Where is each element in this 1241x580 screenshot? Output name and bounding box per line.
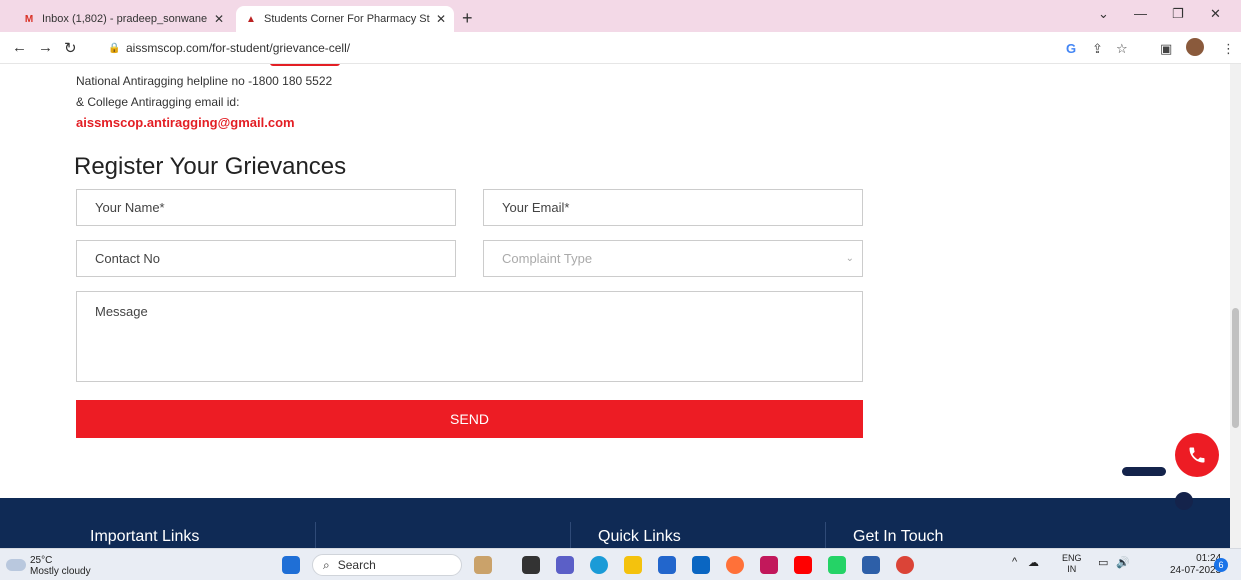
webex-icon[interactable] [862,556,880,574]
forward-icon[interactable]: → [38,39,53,56]
onedrive-icon[interactable]: ☁ [1028,556,1039,569]
notification-badge[interactable]: 6 [1214,558,1228,572]
footer-divider [825,522,826,548]
close-tab-icon[interactable]: ✕ [214,12,224,26]
address-bar: ← → ↻ 🔒 aissmscop.com/for-student/grieva… [0,32,1241,64]
page-scrollbar[interactable] [1230,64,1241,548]
scrollbar-thumb[interactable] [1232,308,1239,428]
footer-quick-links-heading: Quick Links [598,528,681,545]
weather-cloud-icon [6,559,26,571]
language-indicator[interactable]: ENG IN [1062,553,1082,575]
menu-icon[interactable]: ⋮ [1222,41,1235,57]
volume-icon[interactable]: 🔊 [1116,556,1130,569]
footer-divider [315,522,316,548]
footer: Important Links Quick Links Get In Touch [0,492,1230,548]
restore-icon[interactable]: ❐ [1172,6,1184,22]
edge-icon[interactable] [590,556,608,574]
chevron-down-icon: ⌄ [845,253,854,264]
windows-taskbar: 25°C Mostly cloudy ⌕ Search ^ ☁ ENG IN ▭… [0,548,1241,580]
back-icon[interactable]: ← [12,39,27,56]
page-content: National Antiragging helpline no -1800 1… [0,64,1230,548]
chrome-icon[interactable] [896,556,914,574]
close-tab-icon[interactable]: ✕ [436,12,446,26]
contact-input[interactable]: Contact No [76,240,456,277]
search-icon: ⌕ [323,557,330,572]
temperature: 25°C [30,555,53,566]
windows-start-icon[interactable] [282,556,300,574]
name-input[interactable]: Your Name* [76,189,456,226]
side-panel-icon[interactable]: ▣ [1160,41,1172,57]
minimize-icon[interactable]: — [1134,6,1147,21]
antiragging-email-link[interactable]: aissmscop.antiragging@gmail.com [76,115,295,130]
language-code: ENG [1062,553,1082,563]
browser-tab-bar: M Inbox (1,802) - pradeep_sonwane ✕ ▲ St… [0,0,1241,32]
footer-important-links-heading: Important Links [90,528,200,545]
phone-icon [1189,447,1205,463]
show-hidden-icons-icon[interactable]: ^ [1012,556,1017,568]
floating-widget-pill[interactable] [1122,467,1166,476]
complaint-type-select[interactable]: Complaint Type ⌄ [483,240,863,277]
form-title: Register Your Grievances [74,153,347,180]
url-field[interactable]: 🔒 aissmscop.com/for-student/grievance-ce… [108,36,1058,60]
url-text: aissmscop.com/for-student/grievance-cell… [126,41,351,55]
new-tab-button[interactable]: + [462,8,473,29]
tab-search-icon[interactable]: ⌄ [1098,6,1109,22]
tab-title: Inbox (1,802) - pradeep_sonwane [42,13,208,25]
gmail-icon: M [24,13,34,25]
profile-avatar[interactable] [1186,38,1204,56]
tab-gmail-inbox[interactable]: M Inbox (1,802) - pradeep_sonwane ✕ [14,6,232,32]
weather-widget[interactable]: 25°C Mostly cloudy [30,555,91,577]
store-icon[interactable] [658,556,676,574]
call-button[interactable] [1175,433,1219,477]
cropped-heading-underline [270,64,340,66]
complaint-type-placeholder: Complaint Type [502,251,593,266]
email-input[interactable]: Your Email* [483,189,863,226]
mail-icon[interactable] [692,556,710,574]
google-icon[interactable]: G [1066,41,1076,56]
firefox-icon[interactable] [726,556,744,574]
close-window-icon[interactable]: ✕ [1210,6,1221,22]
region-code: IN [1067,564,1077,574]
network-icon[interactable]: ▭ [1098,556,1108,569]
bookmark-star-icon[interactable]: ☆ [1116,41,1128,57]
email-label: & College Antiragging email id: [76,95,240,109]
college-favicon-icon: ▲ [246,13,256,25]
youtube-icon[interactable] [794,556,812,574]
task-view-icon[interactable] [522,556,540,574]
wps-office-icon[interactable] [760,556,778,574]
footer-divider [570,522,571,548]
tab-students-corner[interactable]: ▲ Students Corner For Pharmacy St ✕ [236,6,454,32]
tab-title: Students Corner For Pharmacy St [264,13,430,25]
share-icon[interactable]: ⇪ [1092,41,1103,57]
helpline-text: National Antiragging helpline no -1800 1… [76,74,333,88]
taskbar-search[interactable]: ⌕ Search [312,554,462,576]
message-textarea[interactable]: Message [76,291,863,382]
weather-condition: Mostly cloudy [30,566,91,577]
footer-get-in-touch-heading: Get In Touch [853,528,944,545]
file-explorer-icon[interactable] [624,556,642,574]
search-label: Search [337,558,376,572]
scroll-to-top-button[interactable] [1175,492,1193,510]
teams-chat-icon[interactable] [556,556,574,574]
widgets-icon[interactable] [474,556,492,574]
reload-icon[interactable]: ↻ [64,39,77,57]
whatsapp-icon[interactable] [828,556,846,574]
lock-icon: 🔒 [108,43,121,54]
send-button[interactable]: SEND [76,400,863,438]
